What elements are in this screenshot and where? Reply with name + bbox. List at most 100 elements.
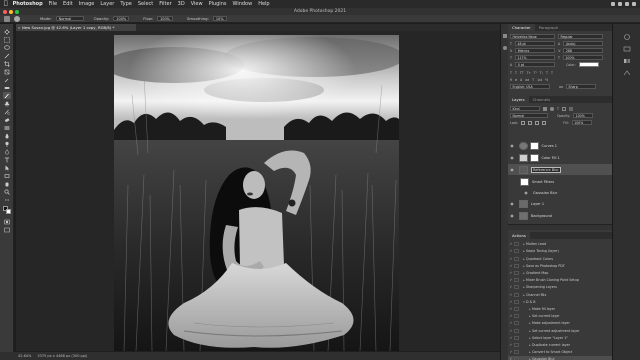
opacity-field[interactable]: 100% <box>113 16 130 21</box>
subscript-icon[interactable]: T₁ <box>540 71 543 75</box>
lasso-tool-icon[interactable] <box>3 44 11 51</box>
smoothing-field[interactable]: 10% <box>212 16 227 21</box>
eyedropper-tool-icon[interactable] <box>3 76 11 83</box>
menu-3d[interactable]: 3D <box>178 1 185 7</box>
visibility-eye-icon[interactable]: ◉ <box>508 167 516 172</box>
healing-brush-tool-icon[interactable] <box>3 84 11 91</box>
font-family-select[interactable]: Helvetica Neue <box>510 34 555 39</box>
layer-name[interactable]: Reference Blur <box>531 166 561 173</box>
dialog-toggle-box[interactable] <box>514 278 519 283</box>
flow-field[interactable]: 100% <box>157 16 174 21</box>
visibility-eye-icon[interactable]: ◉ <box>508 201 516 206</box>
tracking-field[interactable]: 288 <box>563 48 604 53</box>
zoom-tool-icon[interactable] <box>3 188 11 195</box>
app-menu[interactable]: Photoshop <box>13 1 43 7</box>
menu-filter[interactable]: Filter <box>159 1 171 7</box>
menu-help[interactable]: Help <box>258 1 269 7</box>
leading-field[interactable]: (Auto) <box>563 41 604 46</box>
faux-italic-icon[interactable]: T <box>515 71 517 75</box>
blend-mode-select[interactable]: Normal <box>510 113 548 118</box>
control-center-icon[interactable] <box>632 2 636 6</box>
action-item[interactable]: ✓ ▸ Mixer Brush Cloning Paint Setup <box>508 277 612 283</box>
dialog-toggle-box[interactable] <box>514 285 519 290</box>
ligatures-icon[interactable]: fi <box>510 78 512 82</box>
frame-tool-icon[interactable] <box>3 68 11 75</box>
menu-window[interactable]: Window <box>232 1 252 7</box>
action-item[interactable]: ✓ ▸ Make adjustment layer <box>508 320 612 326</box>
horizontal-scale-field[interactable]: 100% <box>562 55 603 60</box>
dialog-toggle-box[interactable] <box>514 256 519 261</box>
dialog-toggle-box[interactable] <box>514 342 519 347</box>
move-tool-icon[interactable] <box>3 28 11 35</box>
crop-tool-icon[interactable] <box>3 60 11 67</box>
tab-paragraph[interactable]: Paragraph <box>535 24 562 31</box>
brush-tool-icon[interactable] <box>3 92 11 99</box>
clone-stamp-tool-icon[interactable] <box>3 100 11 107</box>
lock-position-icon[interactable] <box>535 120 540 125</box>
shape-filter-icon[interactable] <box>561 106 566 111</box>
background-color-swatch[interactable] <box>6 209 11 214</box>
paths-panel-icon[interactable] <box>623 70 631 76</box>
discretionary-ligatures-icon[interactable]: σ <box>515 78 517 82</box>
superscript-icon[interactable]: T¹ <box>534 71 537 75</box>
menu-layer[interactable]: Layer <box>100 1 114 7</box>
history-brush-tool-icon[interactable] <box>3 108 11 115</box>
dialog-toggle-box[interactable] <box>514 328 519 333</box>
action-item[interactable]: ✓ ▸ Duplicate current layer <box>508 342 612 348</box>
fill-field[interactable]: 100% <box>571 120 592 125</box>
rectangle-tool-icon[interactable] <box>3 172 11 179</box>
stylistic-alternates-icon[interactable]: aa <box>525 78 529 82</box>
action-item[interactable]: ✓ ▸ Gradient Map <box>508 270 612 276</box>
action-item[interactable]: ✓ ▸ Save as Photoshop PDF <box>508 263 612 269</box>
brush-preset-icon[interactable] <box>14 15 20 22</box>
visibility-eye-icon[interactable]: ◉ <box>508 213 516 218</box>
menu-plugins[interactable]: Plugins <box>209 1 227 7</box>
action-item[interactable]: ✓ ▸ Sepia Toning (layer) <box>508 248 612 254</box>
close-tab-icon[interactable]: × <box>18 24 21 31</box>
dialog-toggle-box[interactable] <box>514 306 519 311</box>
adjustment-filter-icon[interactable] <box>550 106 554 111</box>
blur-tool-icon[interactable] <box>3 132 11 139</box>
action-item[interactable]: ✓ ▸ Set current layer <box>508 313 612 319</box>
dodge-tool-icon[interactable] <box>3 140 11 147</box>
menu-file[interactable]: File <box>49 1 57 7</box>
type-filter-icon[interactable]: T <box>557 107 559 111</box>
lock-all-icon[interactable] <box>542 120 547 125</box>
layer-row[interactable]: ◉ Gaussian Blur <box>508 187 612 198</box>
menu-edit[interactable]: Edit <box>63 1 73 7</box>
tab-layers[interactable]: Layers <box>508 96 529 103</box>
menu-view[interactable]: View <box>191 1 203 7</box>
menu-type[interactable]: Type <box>120 1 131 7</box>
status-icon[interactable] <box>611 2 615 6</box>
strikethrough-icon[interactable]: T <box>551 71 553 75</box>
adjustments-panel-icon[interactable] <box>623 34 631 40</box>
action-item[interactable]: ✓ ▾ D & B <box>508 299 612 305</box>
visibility-eye-icon[interactable]: ◉ <box>508 155 516 160</box>
history-panel-icon[interactable] <box>503 34 507 38</box>
dialog-toggle-box[interactable] <box>514 270 519 275</box>
action-item[interactable]: ✓ ▸ Quadrant Colors <box>508 255 612 261</box>
layer-row[interactable]: ◉ Curves 1 <box>508 140 612 151</box>
layer-row[interactable]: Smart Filters <box>508 176 612 187</box>
action-item[interactable]: ✓ ▸ Convert to Smart Object <box>508 349 612 355</box>
layer-opacity-field[interactable]: 100% <box>573 113 594 118</box>
font-size-field[interactable]: 48 pt <box>514 41 555 46</box>
dialog-toggle-box[interactable] <box>514 242 519 247</box>
dialog-toggle-box[interactable] <box>514 292 519 297</box>
libraries-panel-icon[interactable] <box>623 46 631 52</box>
dialog-toggle-box[interactable] <box>514 249 519 254</box>
screen-mode-icon[interactable] <box>3 226 11 233</box>
all-caps-icon[interactable]: TT <box>520 71 524 75</box>
smart-object-filter-icon[interactable] <box>568 106 573 111</box>
action-item[interactable]: ✓ ▸ Set current adjustment layer <box>508 327 612 333</box>
dialog-toggle-box[interactable] <box>514 314 519 319</box>
gradient-tool-icon[interactable] <box>3 124 11 131</box>
visibility-eye-icon[interactable]: ◉ <box>508 143 516 148</box>
hand-tool-icon[interactable] <box>3 180 11 187</box>
lock-image-icon[interactable] <box>528 120 533 125</box>
vertical-scale-field[interactable]: 117% <box>514 55 555 60</box>
antialias-select[interactable]: Sharp <box>565 84 596 89</box>
tab-channels[interactable]: Channels <box>529 96 555 103</box>
font-style-select[interactable]: Regular <box>558 34 603 39</box>
layer-row[interactable]: ◉ Layer 1 <box>508 198 612 209</box>
